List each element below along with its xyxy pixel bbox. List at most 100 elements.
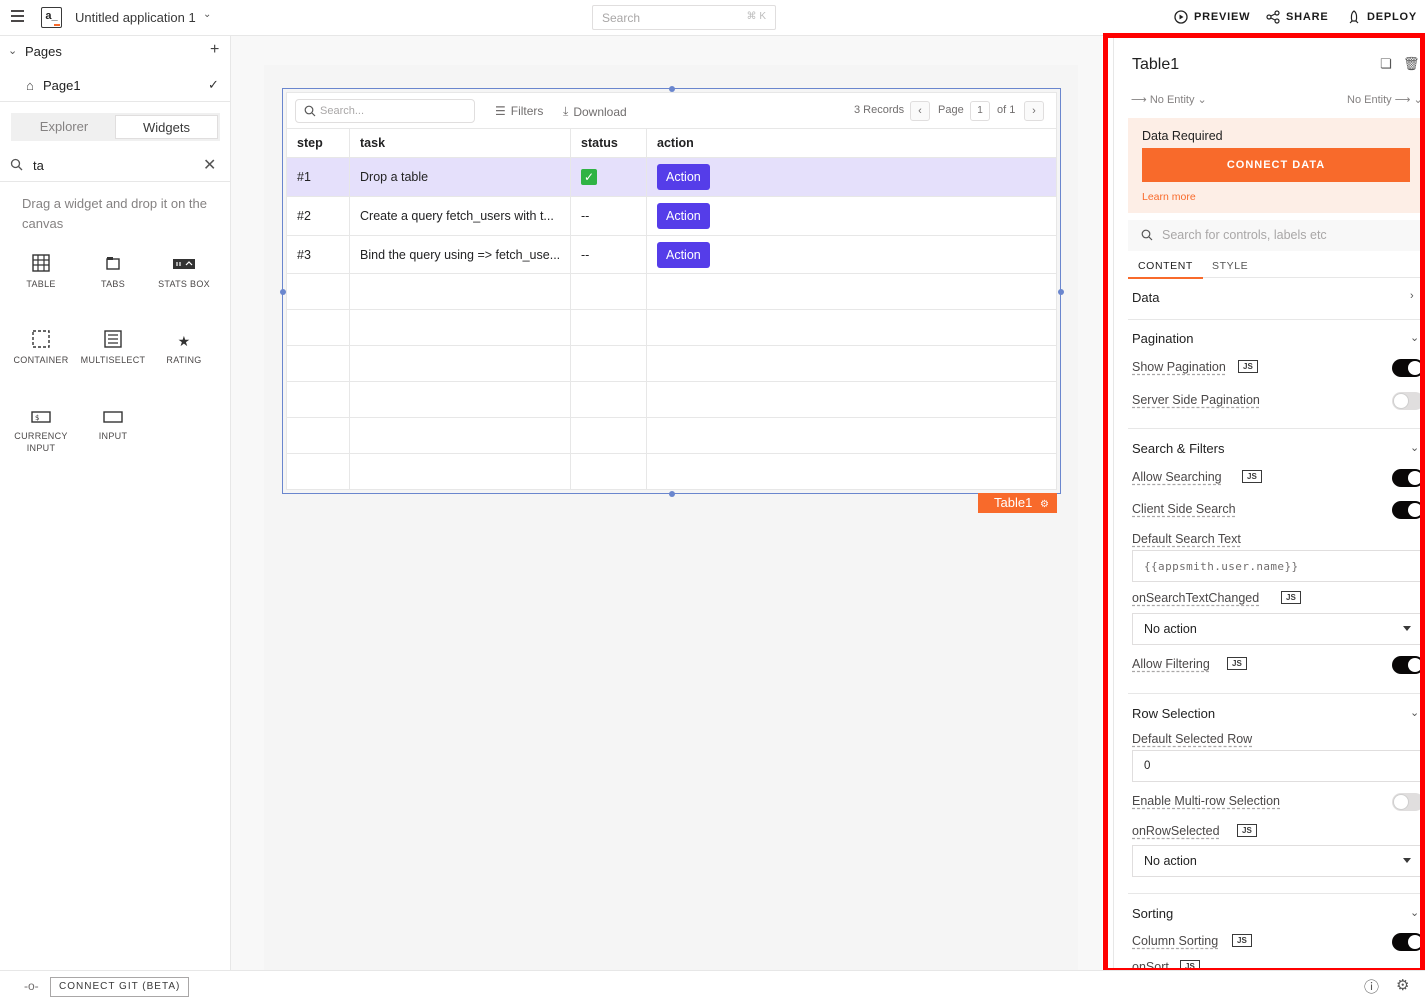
add-page-icon[interactable]: +: [210, 41, 219, 59]
divider: [1128, 428, 1420, 429]
menu-icon[interactable]: [11, 10, 24, 22]
tab-style[interactable]: STYLE: [1212, 260, 1248, 272]
table-row[interactable]: #2 Create a query fetch_users with t... …: [287, 197, 1056, 236]
widget-search[interactable]: ta ✕: [0, 150, 230, 182]
js-toggle-button[interactable]: JS: [1227, 657, 1247, 670]
widget-stats-box[interactable]: STATS BOX: [149, 254, 219, 290]
page-number[interactable]: 1: [970, 101, 990, 121]
table-row[interactable]: #1 Drop a table ✓ Action: [287, 158, 1056, 197]
cell-step: #3: [287, 236, 350, 273]
close-icon[interactable]: ✕: [203, 155, 216, 175]
data-required-box: Data Required CONNECT DATA Learn more: [1128, 118, 1420, 213]
filters-button[interactable]: ☰ Filters: [495, 104, 543, 118]
empty-row: [287, 454, 1056, 490]
section-sorting[interactable]: Sorting ⌄: [1128, 906, 1420, 921]
default-selected-row-input[interactable]: 0: [1132, 750, 1420, 782]
cell-task: Drop a table: [350, 158, 571, 196]
enable-multi-row-toggle[interactable]: [1392, 793, 1420, 811]
property-tabs: CONTENT STYLE: [1128, 252, 1420, 279]
table-row[interactable]: #3 Bind the query using => fetch_use... …: [287, 236, 1056, 274]
column-header[interactable]: step: [287, 129, 350, 157]
sidebar-tabs: Explorer Widgets: [11, 113, 220, 141]
appsmith-logo[interactable]: a_: [41, 7, 62, 28]
app-name[interactable]: Untitled application 1: [75, 10, 196, 25]
delete-icon[interactable]: 🗑: [1403, 56, 1420, 72]
empty-cell: [571, 454, 647, 490]
table-search-placeholder: Search...: [320, 105, 365, 117]
on-row-selected-select[interactable]: No action: [1132, 845, 1420, 877]
on-search-text-changed-select[interactable]: No action: [1132, 613, 1420, 645]
learn-more-link[interactable]: Learn more: [1142, 191, 1196, 203]
prev-page-button[interactable]: ‹: [910, 101, 930, 121]
default-search-text-input[interactable]: {{appsmith.user.name}}: [1132, 550, 1420, 582]
resize-handle-right[interactable]: [1058, 289, 1064, 295]
server-side-pagination-toggle[interactable]: [1392, 392, 1420, 410]
entity-right[interactable]: No Entity ⟶ ⌄: [1347, 93, 1420, 106]
widget-multiselect[interactable]: MULTISELECT: [78, 330, 148, 366]
resize-handle-bottom[interactable]: [669, 491, 675, 497]
global-search-input[interactable]: Search ⌘ K: [592, 5, 776, 30]
next-page-button[interactable]: ›: [1024, 101, 1044, 121]
widget-name-tag[interactable]: Table1 ⚙: [978, 493, 1057, 513]
allow-searching-toggle[interactable]: [1392, 469, 1420, 487]
show-pagination-toggle[interactable]: [1392, 359, 1420, 377]
entity-left[interactable]: ⟶ No Entity ⌄: [1131, 93, 1207, 106]
column-sorting-toggle[interactable]: [1392, 933, 1420, 951]
client-side-search-toggle[interactable]: [1392, 501, 1420, 519]
download-button[interactable]: ⤓ Download: [563, 104, 627, 119]
js-toggle-button[interactable]: JS: [1242, 470, 1262, 483]
select-value: No action: [1144, 622, 1197, 636]
section-row-selection[interactable]: Row Selection ⌄: [1128, 706, 1420, 721]
js-toggle-button[interactable]: JS: [1238, 360, 1258, 373]
pages-header[interactable]: ⌄ Pages +: [0, 36, 230, 68]
top-bar: a_ Untitled application 1 ⌄ Search ⌘ K P…: [0, 0, 1425, 36]
tab-widgets[interactable]: Widgets: [115, 115, 218, 139]
help-icon[interactable]: ⓘ: [1364, 976, 1379, 997]
widget-tabs[interactable]: TABS: [78, 254, 148, 290]
cell-status: --: [571, 197, 647, 235]
column-header[interactable]: status: [571, 129, 647, 157]
empty-cell: [571, 382, 647, 417]
entity-right-label: No Entity: [1347, 94, 1392, 106]
column-header[interactable]: task: [350, 129, 571, 157]
chevron-down-icon[interactable]: ⌄: [203, 9, 211, 20]
widget-currency-input[interactable]: $ CURRENCY INPUT: [6, 406, 76, 454]
widget-search-input[interactable]: ta: [33, 158, 44, 173]
widget-rating[interactable]: ★ RATING: [149, 330, 219, 366]
action-button[interactable]: Action: [657, 203, 710, 229]
share-button[interactable]: SHARE: [1266, 10, 1329, 24]
action-button[interactable]: Action: [657, 241, 710, 268]
bug-icon[interactable]: ⚙: [1396, 976, 1409, 994]
section-search-filters[interactable]: Search & Filters ⌄: [1128, 441, 1420, 456]
section-title: Data: [1132, 290, 1160, 305]
settings-icon[interactable]: ⚙: [1040, 499, 1049, 510]
divider: [1128, 319, 1420, 320]
property-search-input[interactable]: Search for controls, labels etc: [1128, 220, 1420, 251]
filter-icon: ☰: [495, 104, 506, 118]
multiselect-icon: [78, 330, 148, 352]
deploy-button[interactable]: DEPLOY ⌄: [1347, 10, 1425, 24]
allow-filtering-toggle[interactable]: [1392, 656, 1420, 674]
widget-table[interactable]: TABLE: [6, 254, 76, 290]
page-item[interactable]: ⌂ Page1 ✓: [0, 72, 230, 102]
section-data[interactable]: Data ›: [1128, 290, 1420, 305]
js-toggle-button[interactable]: JS: [1232, 934, 1252, 947]
widget-input[interactable]: INPUT: [78, 406, 148, 442]
connect-data-button[interactable]: CONNECT DATA: [1142, 148, 1410, 182]
chevron-down-icon[interactable]: ⌄: [8, 44, 17, 57]
table-search-input[interactable]: Search...: [295, 99, 475, 123]
connect-git-button[interactable]: CONNECT GIT (BETA): [50, 977, 190, 997]
widget-title[interactable]: Table1: [1132, 56, 1179, 74]
action-button[interactable]: Action: [657, 164, 710, 190]
empty-row: [287, 346, 1056, 382]
tab-content[interactable]: CONTENT: [1128, 260, 1203, 279]
column-header[interactable]: action: [647, 129, 1056, 157]
table-widget[interactable]: Search... ☰ Filters ⤓ Download 3 Records…: [286, 92, 1057, 490]
tab-explorer[interactable]: Explorer: [13, 115, 115, 139]
preview-button[interactable]: PREVIEW: [1174, 10, 1250, 24]
js-toggle-button[interactable]: JS: [1281, 591, 1301, 604]
section-pagination[interactable]: Pagination ⌄: [1128, 331, 1420, 346]
widget-container[interactable]: CONTAINER: [6, 330, 76, 366]
copy-icon[interactable]: ❏: [1380, 56, 1392, 72]
js-toggle-button[interactable]: JS: [1237, 824, 1257, 837]
